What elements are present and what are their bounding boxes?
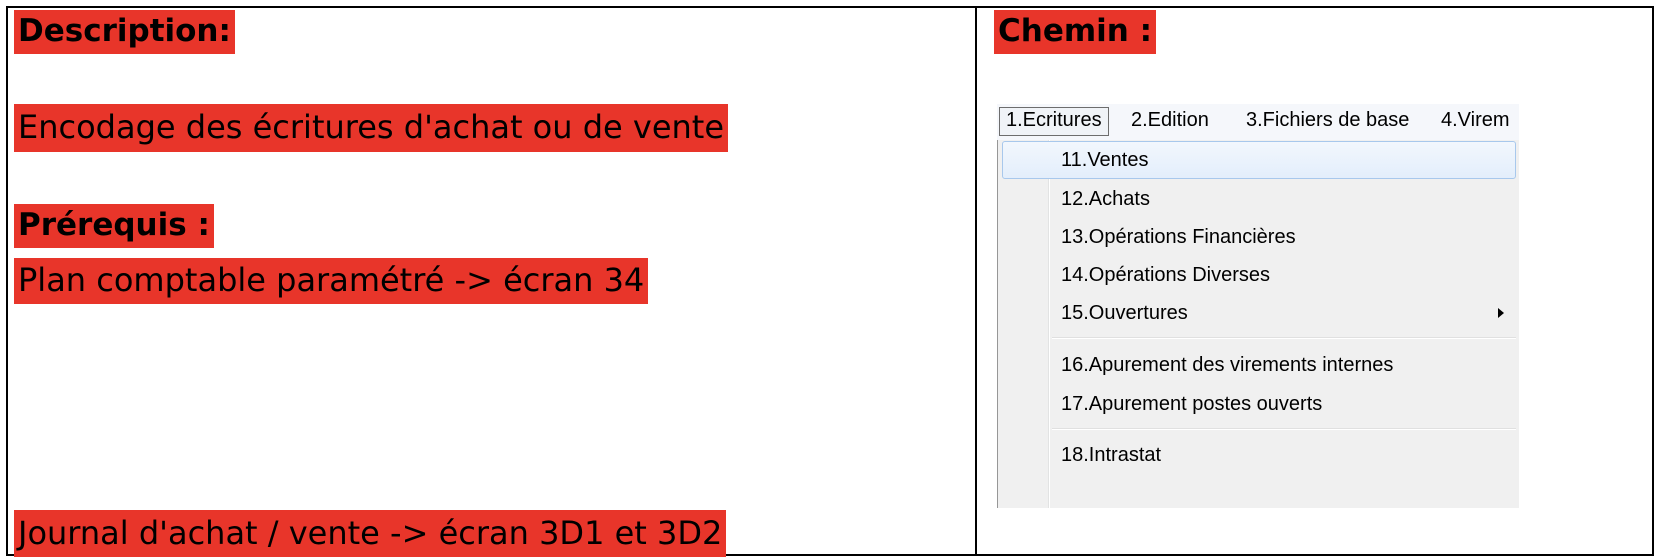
menu-separator xyxy=(1052,337,1516,339)
description-text: Encodage des écritures d'achat ou de ven… xyxy=(14,104,729,152)
menubar-item-fichiers-de-base[interactable]: 3.Fichiers de base xyxy=(1246,107,1409,134)
column-divider xyxy=(975,6,977,556)
menu-item-intrastat[interactable]: 18.Intrastat xyxy=(998,435,1519,475)
menu-item-label: 12.Achats xyxy=(1061,188,1150,210)
menu-separator xyxy=(1052,428,1516,430)
prerequis-text: Plan comptable paramétré -> écran 34 xyxy=(14,258,649,304)
menubar-item-ecritures[interactable]: 1.Ecritures xyxy=(999,107,1109,136)
menu-item-label: 14.Opérations Diverses xyxy=(1061,264,1270,286)
menu-item-achats[interactable]: 12.Achats xyxy=(998,179,1519,219)
menu-item-apurement-postes-ouverts[interactable]: 17.Apurement postes ouverts xyxy=(998,384,1519,424)
menu-item-label: 17.Apurement postes ouverts xyxy=(1061,393,1323,415)
menu-screenshot: 1.Ecritures 2.Edition 3.Fichiers de base… xyxy=(997,104,1519,508)
menu-item-ouvertures[interactable]: 15.Ouvertures xyxy=(998,293,1519,333)
journal-text: Journal d'achat / vente -> écran 3D1 et … xyxy=(14,510,727,557)
menu-item-label: 11.Ventes xyxy=(1061,149,1149,171)
chemin-heading: Chemin : xyxy=(994,10,1157,54)
menu-item-operations-financieres[interactable]: 13.Opérations Financières xyxy=(998,217,1519,257)
submenu-arrow-icon xyxy=(1498,308,1504,318)
menubar-item-virements[interactable]: 4.Virem xyxy=(1441,107,1510,134)
menu-item-label: 18.Intrastat xyxy=(1061,444,1162,466)
menu-bar: 1.Ecritures 2.Edition 3.Fichiers de base… xyxy=(997,104,1519,140)
menu-item-label: 13.Opérations Financières xyxy=(1061,226,1296,248)
menu-item-label: 16.Apurement des virements internes xyxy=(1061,354,1394,376)
ecritures-dropdown-menu: 11.Ventes 12.Achats 13.Opérations Financ… xyxy=(997,140,1519,508)
menu-item-ventes[interactable]: 11.Ventes xyxy=(998,140,1519,180)
description-heading: Description: xyxy=(14,10,235,54)
menubar-item-edition[interactable]: 2.Edition xyxy=(1131,107,1209,134)
menu-item-label: 15.Ouvertures xyxy=(1061,302,1188,324)
menu-item-apurement-virements-internes[interactable]: 16.Apurement des virements internes xyxy=(998,345,1519,385)
prerequis-heading: Prérequis : xyxy=(14,204,214,248)
menu-item-operations-diverses[interactable]: 14.Opérations Diverses xyxy=(998,255,1519,295)
